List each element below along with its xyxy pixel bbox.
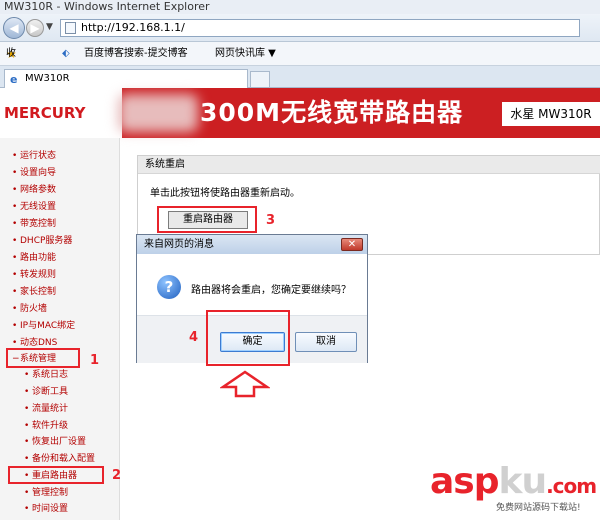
sidebar-subitem-diagnostics[interactable]: • 诊断工具 <box>24 385 68 399</box>
sidebar-subitem-factory-reset[interactable]: • 恢复出厂设置 <box>24 435 86 449</box>
sidebar-item-status[interactable]: • 运行状态 <box>12 149 56 163</box>
annotation-number-2: 2 <box>112 468 122 483</box>
recent-pages-dropdown-icon[interactable]: ▼ <box>46 22 53 32</box>
dialog-title: 来自网页的消息 <box>137 235 367 254</box>
url-text: http://192.168.1.1/ <box>81 21 185 34</box>
add-favorite-icon[interactable]: ⬖ <box>62 42 70 66</box>
sidebar-subitem-upgrade[interactable]: • 软件升级 <box>24 419 68 433</box>
new-tab-button[interactable] <box>250 71 270 88</box>
fav-link-webslice[interactable]: 网页快讯库 ▼ <box>215 42 276 66</box>
forward-button[interactable]: ▶ <box>26 19 44 37</box>
sidebar-subitem-admin[interactable]: • 管理控制 <box>24 486 68 500</box>
sidebar-item-wizard[interactable]: • 设置向导 <box>12 166 56 180</box>
sidebar-item-routing[interactable]: • 路由功能 <box>12 251 56 265</box>
sidebar-item-parental[interactable]: • 家长控制 <box>12 285 56 299</box>
panel-title: 系统重启 <box>138 156 600 174</box>
up-arrow-icon <box>220 370 270 398</box>
tab-mw310r[interactable]: e MW310R <box>4 69 248 88</box>
sidebar-item-ip-mac[interactable]: • IP与MAC绑定 <box>12 319 75 333</box>
sidebar-subitem-log[interactable]: • 系统日志 <box>24 368 68 382</box>
sidebar-subitem-traffic[interactable]: • 流量统计 <box>24 402 68 416</box>
back-button[interactable]: ◀ <box>3 17 25 39</box>
sidebar-item-forwarding[interactable]: • 转发规则 <box>12 268 56 282</box>
tab-bar: e MW310R <box>0 66 600 88</box>
address-toolbar: ◀ ▶ ▼ http://192.168.1.1/ <box>0 14 600 42</box>
sidebar-item-firewall[interactable]: • 防火墙 <box>12 302 47 316</box>
page-title: 300M无线宽带路由器 <box>200 98 464 127</box>
annotation-box-4 <box>206 310 290 366</box>
sidebar-subitem-time[interactable]: • 时间设置 <box>24 502 68 516</box>
address-input[interactable]: http://192.168.1.1/ <box>60 19 580 37</box>
sidebar-item-wireless[interactable]: • 无线设置 <box>12 200 56 214</box>
brand-logo: MERCURY <box>0 88 122 138</box>
model-label: 水星 MW310R <box>502 102 600 126</box>
watermark-brand-b: ku <box>498 461 548 502</box>
annotation-box-3 <box>157 206 257 233</box>
favorites-bar: ★ 收藏夹 ⬖ 百度博客搜索-提交博客 网页快讯库 ▼ <box>0 42 600 107</box>
router-header: MERCURY 300M无线宽带路由器 水星 MW310R <box>0 88 600 138</box>
page-icon <box>65 22 76 34</box>
sidebar-subitem-backup[interactable]: • 备份和载入配置 <box>24 452 95 466</box>
fav-link-baidu[interactable]: 百度博客搜索-提交博客 <box>84 42 188 66</box>
ie-icon: e <box>10 73 18 86</box>
watermark-brand-c: .com <box>546 474 597 498</box>
sidebar-item-network[interactable]: • 网络参数 <box>12 183 56 197</box>
sidebar-item-dhcp[interactable]: • DHCP服务器 <box>12 234 72 248</box>
cancel-button[interactable]: 取消 <box>295 332 357 352</box>
window-title: MW310R - Windows Internet Explorer <box>4 0 210 13</box>
blurred-region <box>118 94 198 132</box>
sidebar-item-bandwidth[interactable]: • 带宽控制 <box>12 217 56 231</box>
dialog-message: 路由器将会重启，您确定要继续吗？ <box>191 285 351 296</box>
watermark-subtitle: 免费网站源码下载站! <box>496 503 581 513</box>
question-icon: ? <box>157 275 181 299</box>
watermark: aspku.com 免费网站源码下载站! <box>430 461 597 514</box>
annotation-number-1: 1 <box>90 353 100 368</box>
panel-description: 单击此按钮将使路由器重新启动。 <box>150 188 300 199</box>
annotation-box-1 <box>6 348 80 368</box>
watermark-brand-a: asp <box>430 461 499 502</box>
annotation-box-2 <box>8 466 104 484</box>
annotation-number-4: 4 <box>189 330 199 345</box>
close-button[interactable]: ✕ <box>341 238 363 251</box>
annotation-number-3: 3 <box>266 213 276 228</box>
window-title-bar: MW310R - Windows Internet Explorer <box>0 0 600 14</box>
